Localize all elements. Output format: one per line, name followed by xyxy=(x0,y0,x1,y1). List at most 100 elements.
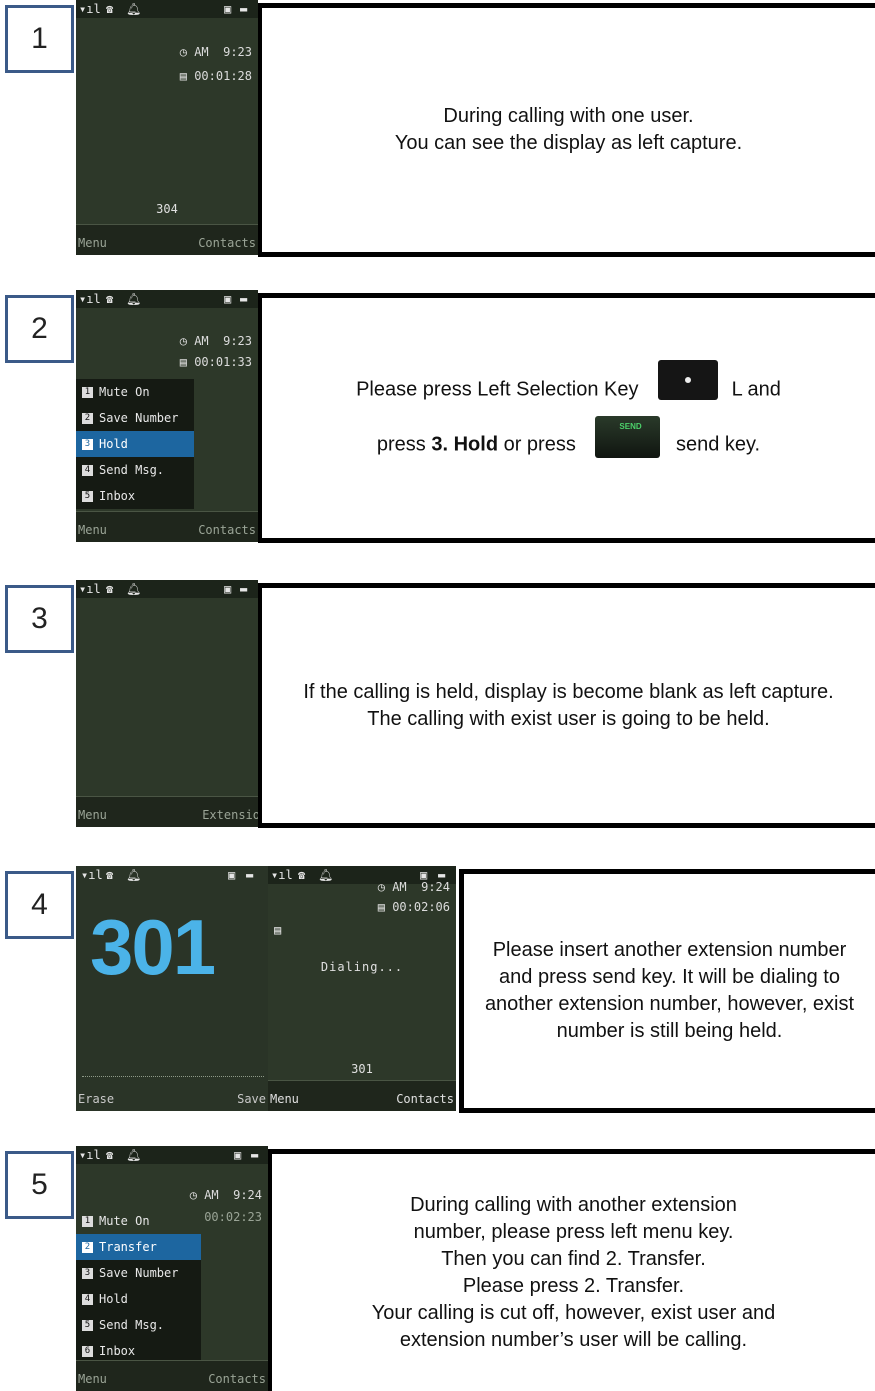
phone-screen-dialing: ▾ıl ☎ 🔔︎ ▣ ▬ ◷ AM 9:24 ▤ 00:02:06 ▤ Dial… xyxy=(268,866,456,1111)
call-menu: 1 Mute On 2 Save Number 3 Hold 4 Send Msg. 5… xyxy=(76,379,194,509)
call-duration: ▤ 00:01:33 xyxy=(179,355,252,369)
step-4: 4 ▾ıl ☎ 🔔︎ ▣ ▬ 301 Erase Save ▾ıl ☎ 🔔︎ ▣… xyxy=(0,866,875,1116)
lock-icon: ▣ xyxy=(234,1148,242,1162)
menu-item-send-msg[interactable]: 5 Send Msg. xyxy=(76,1312,201,1338)
soft-key-right[interactable]: Contacts xyxy=(198,236,256,250)
status-bar: ▾ıl ☎ 🔔︎ ▣ ▬ xyxy=(76,0,258,18)
phone-screen: ▾ıl ☎ 🔔︎ ▣ ▬ ◷ AM 9:23 ▤ 00:01:28 304 Me… xyxy=(76,0,258,255)
phone-icon: ☎ xyxy=(106,2,114,16)
step-number: 5 xyxy=(5,1151,74,1219)
step-number: 2 xyxy=(5,295,74,363)
step-number: 3 xyxy=(5,585,74,653)
soft-key-bar: Erase Save xyxy=(76,1089,268,1111)
soft-key-right[interactable]: Contacts xyxy=(208,1372,266,1386)
menu-item-mute-on[interactable]: 1 Mute On xyxy=(76,1208,201,1234)
menu-item-transfer[interactable]: 2 Transfer xyxy=(76,1234,201,1260)
clock-icon: ◷ xyxy=(179,45,195,59)
menu-item-inbox[interactable]: 5 Inbox xyxy=(76,483,194,509)
status-bar: ▾ıl ☎ 🔔︎ ▣ ▬ xyxy=(76,866,268,884)
step-3: 3 ▾ıl ☎ 🔔︎ ▣ ▬ Menu Extensio If the call… xyxy=(0,580,875,830)
phone-icon: ☎ xyxy=(106,292,114,306)
step-5: 5 ▾ıl ☎ 🔔︎ ▣ ▬ ◷ AM 9:24 00:02:23 1 Mute … xyxy=(0,1146,875,1391)
signal-icon: ▾ıl xyxy=(79,292,101,306)
phone-screen: ▾ıl ☎ 🔔︎ ▣ ▬ Menu Extensio xyxy=(76,580,258,827)
timer-icon: ▤ xyxy=(377,900,393,914)
phone-icon: ☎ xyxy=(106,582,114,596)
battery-icon: ▬ xyxy=(251,1148,259,1162)
call-menu: 1 Mute On 2 Transfer 3 Save Number 4 Hold 5S… xyxy=(76,1208,201,1364)
call-time: ◷ AM 9:23 xyxy=(179,45,252,59)
phone-screen: ▾ıl ☎ 🔔︎ ▣ ▬ ◷ AM 9:23 ▤ 00:01:33 1 Mute … xyxy=(76,290,258,542)
menu-item-hold[interactable]: 3 Hold xyxy=(76,431,194,457)
step-description: If the calling is held, display is becom… xyxy=(258,583,875,828)
menu-item-hold[interactable]: 4 Hold xyxy=(76,1286,201,1312)
call-time: ◷ AM 9:24 xyxy=(189,1188,262,1202)
bell-icon: 🔔︎ xyxy=(318,868,334,882)
soft-key-right[interactable]: Contacts xyxy=(396,1092,454,1106)
clock-icon: ◷ xyxy=(179,334,195,348)
soft-key-bar: Menu Contacts xyxy=(268,1080,456,1111)
signal-icon: ▾ıl xyxy=(79,2,101,16)
left-selection-key-icon xyxy=(658,360,719,400)
entered-number: 301 xyxy=(90,903,216,991)
call-duration: 00:02:23 xyxy=(204,1210,262,1224)
soft-key-left[interactable]: Menu xyxy=(78,523,107,537)
step-description: During calling with one user. You can se… xyxy=(258,3,875,257)
step-number: 4 xyxy=(5,871,74,939)
dialed-number: 301 xyxy=(351,1062,373,1076)
call-time: ◷ AM 9:24 xyxy=(377,880,450,894)
step-description: Please press Left Selection Key L and pr… xyxy=(258,293,875,543)
soft-key-right[interactable]: Save xyxy=(237,1092,266,1106)
status-bar: ▾ıl ☎ 🔔︎ ▣ ▬ xyxy=(76,290,258,308)
menu-item-save-number[interactable]: 3 Save Number xyxy=(76,1260,201,1286)
timer-icon: ▤ xyxy=(179,69,195,83)
step-number: 1 xyxy=(5,5,74,73)
soft-key-left[interactable]: Menu xyxy=(78,236,107,250)
step-2: 2 ▾ıl ☎ 🔔︎ ▣ ▬ ◷ AM 9:23 ▤ 00:01:33 1 Mut… xyxy=(0,290,875,545)
menu-item-save-number[interactable]: 2 Save Number xyxy=(76,405,194,431)
bell-icon: 🔔︎ xyxy=(126,2,142,16)
clock-icon: ◷ xyxy=(377,880,393,894)
signal-icon: ▾ıl xyxy=(81,868,103,882)
soft-key-right[interactable]: Extensio xyxy=(202,808,258,822)
battery-icon: ▬ xyxy=(240,2,248,16)
status-bar: ▾ıl ☎ 🔔︎ ▣ ▬ xyxy=(76,580,258,598)
dialed-number: 304 xyxy=(156,202,178,216)
step-1: 1 ▾ıl ☎ 🔔︎ ▣ ▬ ◷ AM 9:23 ▤ 00:01:28 304 … xyxy=(0,0,875,260)
phone-screen: ▾ıl ☎ 🔔︎ ▣ ▬ ◷ AM 9:24 00:02:23 1 Mute On… xyxy=(76,1146,268,1391)
phone-screen-dialpad: ▾ıl ☎ 🔔︎ ▣ ▬ 301 Erase Save xyxy=(76,866,268,1111)
call-time: ◷ AM 9:23 xyxy=(179,334,252,348)
soft-key-left[interactable]: Menu xyxy=(78,1372,107,1386)
dialing-status: Dialing... xyxy=(320,960,404,974)
lock-icon: ▣ xyxy=(224,582,232,596)
clock-icon: ◷ xyxy=(189,1188,205,1202)
status-bar: ▾ıl ☎ 🔔︎ ▣ ▬ xyxy=(76,1146,268,1164)
send-key-icon: SEND xyxy=(595,416,661,458)
soft-key-bar: Menu Extensio xyxy=(76,796,258,827)
call-duration: ▤ 00:02:06 xyxy=(377,900,450,914)
step-description: Please insert another extension number a… xyxy=(459,869,875,1113)
soft-key-left[interactable]: Menu xyxy=(78,808,107,822)
signal-icon: ▾ıl xyxy=(79,1148,101,1162)
menu-item-send-msg[interactable]: 4 Send Msg. xyxy=(76,457,194,483)
soft-key-bar: Menu Contacts xyxy=(76,1360,268,1391)
soft-key-left[interactable]: Menu xyxy=(270,1092,299,1106)
lock-icon: ▣ xyxy=(224,2,232,16)
step-description: During calling with another extension nu… xyxy=(268,1149,875,1391)
soft-key-bar: Menu Contacts xyxy=(76,224,258,255)
bell-icon: 🔔︎ xyxy=(126,292,142,306)
bell-icon: 🔔︎ xyxy=(126,582,142,596)
phone-icon: ☎ xyxy=(106,868,114,882)
battery-icon: ▬ xyxy=(240,582,248,596)
soft-key-bar: Menu Contacts xyxy=(76,511,258,542)
phone-icon: ☎ xyxy=(298,868,306,882)
menu-item-mute-on[interactable]: 1 Mute On xyxy=(76,379,194,405)
battery-icon: ▬ xyxy=(246,868,254,882)
call-duration: ▤ 00:01:28 xyxy=(179,69,252,83)
signal-icon: ▾ıl xyxy=(271,868,293,882)
phone-icon: ☎ xyxy=(106,1148,114,1162)
battery-icon: ▬ xyxy=(240,292,248,306)
signal-icon: ▾ıl xyxy=(79,582,101,596)
soft-key-left[interactable]: Erase xyxy=(78,1092,114,1106)
soft-key-right[interactable]: Contacts xyxy=(198,523,256,537)
